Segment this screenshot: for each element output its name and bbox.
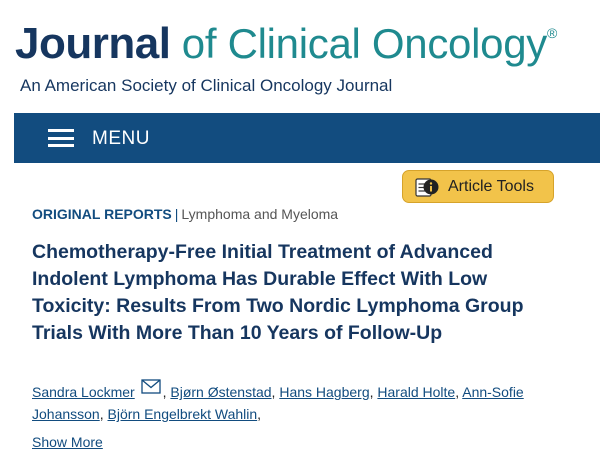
registered-mark: ®: [546, 25, 558, 41]
author-separator: ,: [99, 406, 108, 422]
author-link[interactable]: Björn Engelbrekt Wahlin: [108, 406, 258, 422]
envelope-icon[interactable]: [140, 379, 161, 394]
author-link[interactable]: Sandra Lockmer: [32, 384, 135, 400]
article-tools-button[interactable]: Article Tools: [402, 170, 554, 203]
author-trailing-comma: ,: [257, 406, 262, 422]
author-list: Sandra Lockmer , Bjørn Østenstad, Hans H…: [32, 379, 552, 425]
journal-subtitle: An American Society of Clinical Oncology…: [20, 76, 393, 95]
article-info-icon: [415, 178, 439, 197]
journal-logo[interactable]: Journal of Clinical Oncology®: [15, 22, 557, 66]
hamburger-icon[interactable]: [48, 128, 74, 148]
author-link[interactable]: Harald Holte: [377, 384, 455, 400]
menu-bar[interactable]: MENU: [14, 113, 600, 163]
category-separator: |: [174, 206, 179, 222]
journal-name-rest: of Clinical Oncology: [170, 20, 547, 67]
author-link[interactable]: Hans Hagberg: [279, 384, 369, 400]
article-category: ORIGINAL REPORTS | Lymphoma and Myeloma: [32, 206, 338, 222]
journal-name-bold: Journal: [15, 19, 171, 68]
article-tools-label: Article Tools: [448, 178, 534, 195]
article-title: Chemotherapy-Free Initial Treatment of A…: [32, 241, 524, 344]
show-more-link[interactable]: Show More: [32, 434, 103, 450]
author-link[interactable]: Bjørn Østenstad: [170, 384, 271, 400]
category-primary-link[interactable]: ORIGINAL REPORTS: [32, 206, 172, 222]
masthead: Journal of Clinical Oncology® An America…: [0, 0, 600, 112]
menu-label[interactable]: MENU: [92, 128, 150, 150]
category-secondary: Lymphoma and Myeloma: [181, 206, 339, 222]
